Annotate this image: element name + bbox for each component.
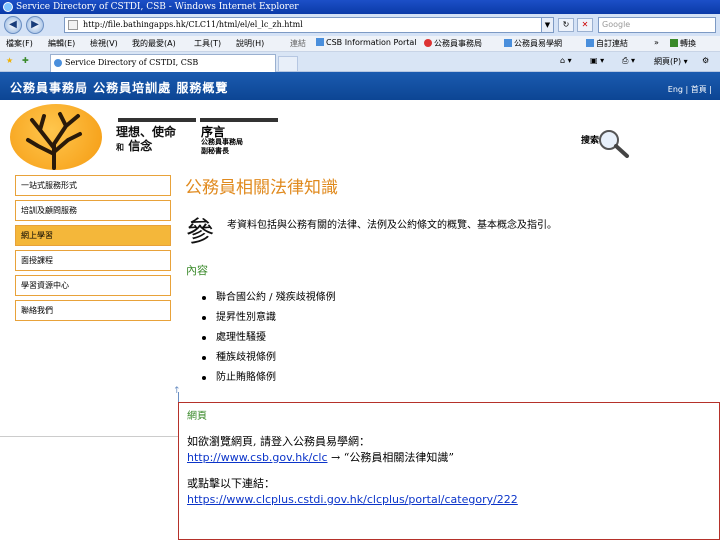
vision-belief: 信念 bbox=[128, 139, 153, 153]
vision-prefix: 和 bbox=[116, 143, 124, 152]
translate-button[interactable]: 轉換 bbox=[670, 38, 696, 49]
links-label: 連結 bbox=[290, 39, 306, 48]
page-menu-label: 網頁(P) bbox=[654, 57, 682, 66]
tools-gear-icon[interactable]: ⚙ bbox=[702, 56, 709, 65]
sidebar: 一站式服務形式 培訓及顧問服務 網上學習 面授課程 學習資源中心 聯絡我們 bbox=[15, 175, 171, 325]
address-dropdown-icon[interactable]: ▼ bbox=[541, 18, 553, 32]
link-label: 自訂連結 bbox=[596, 39, 628, 48]
menu-tools[interactable]: 工具(T) bbox=[194, 38, 221, 49]
home-icon[interactable]: ⌂ ▾ bbox=[560, 56, 572, 65]
address-field[interactable]: http://file.bathingapps.hk/CLC11/html/el… bbox=[64, 17, 554, 33]
tree-icon bbox=[26, 112, 82, 170]
link-page-icon bbox=[504, 39, 512, 47]
lower-left-area bbox=[0, 436, 178, 540]
address-url: http://file.bathingapps.hk/CLC11/html/el… bbox=[83, 20, 303, 29]
ie-icon bbox=[3, 2, 13, 12]
sidebar-item-training[interactable]: 培訓及顧問服務 bbox=[15, 200, 171, 221]
add-favorite-icon[interactable]: ✚ bbox=[22, 56, 29, 65]
intro-text: 考資料包括與公務有關的法律、法例及公約條文的概覽、基本概念及指引。 bbox=[227, 220, 557, 231]
sidebar-item-contact[interactable]: 聯絡我們 bbox=[15, 300, 171, 321]
sidebar-item-one-stop[interactable]: 一站式服務形式 bbox=[15, 175, 171, 196]
web-access-callout: 網頁 如欲瀏覽網頁, 請登入公務員易學網： http://www.csb.gov… bbox=[178, 402, 720, 540]
callout-link-row: http://www.csb.gov.hk/clc → “公務員相關法律知識” bbox=[187, 450, 711, 466]
address-row: ◀ ▶ http://file.bathingapps.hk/CLC11/htm… bbox=[0, 14, 720, 36]
favorites-star-icon[interactable]: ★ bbox=[6, 56, 13, 65]
list-item[interactable]: 提昇性別意識 bbox=[200, 308, 336, 328]
link-label: 公務員事務局 bbox=[434, 39, 482, 48]
magnifier-icon[interactable] bbox=[596, 128, 630, 158]
callout-line2: 或點擊以下連結： bbox=[187, 477, 275, 490]
preface-sub-line2: 副秘書長 bbox=[201, 147, 229, 155]
back-button[interactable]: ◀ bbox=[4, 16, 22, 34]
callout-arrow-text: → “公務員相關法律知識” bbox=[327, 451, 454, 464]
menu-edit[interactable]: 編輯(E) bbox=[48, 38, 75, 49]
intro-drop-cap: 參 bbox=[186, 215, 215, 248]
stop-button[interactable]: ✕ bbox=[577, 18, 593, 32]
overflow-chevron-icon[interactable]: » bbox=[654, 38, 659, 47]
vision-divider bbox=[118, 118, 196, 122]
page-title: 公務員相關法律知識 bbox=[185, 178, 338, 198]
callout-line1: 如欲瀏覽網頁, 請登入公務員易學網： bbox=[187, 435, 370, 448]
list-item[interactable]: 防止賄賂條例 bbox=[200, 368, 336, 388]
link-custom[interactable]: 自訂連結 bbox=[586, 38, 628, 49]
window-title-bar: Service Directory of CSTDI, CSB - Window… bbox=[0, 0, 720, 14]
translate-icon bbox=[670, 39, 678, 47]
content-heading: 內容 bbox=[186, 264, 208, 277]
site-title: 公務員事務局 公務員培訓處 服務概覽 bbox=[10, 81, 229, 95]
emblem-icon bbox=[424, 39, 432, 47]
up-arrow-icon: ↑ bbox=[173, 386, 181, 396]
menu-favorites[interactable]: 我的最愛(A) bbox=[132, 38, 176, 49]
link-page-icon bbox=[316, 38, 324, 46]
sidebar-item-resource-centre[interactable]: 學習資源中心 bbox=[15, 275, 171, 296]
translate-label: 轉換 bbox=[680, 39, 696, 48]
refresh-button[interactable]: ↻ bbox=[558, 18, 574, 32]
menu-view[interactable]: 檢視(V) bbox=[90, 38, 118, 49]
page-menu[interactable]: 網頁(P) ▾ bbox=[654, 56, 688, 67]
menu-file[interactable]: 檔案(F) bbox=[6, 38, 33, 49]
link-label: CSB Information Portal bbox=[326, 38, 417, 47]
preface-divider bbox=[200, 118, 278, 122]
window-title: Service Directory of CSTDI, CSB - Window… bbox=[16, 2, 299, 12]
link-page-icon bbox=[586, 39, 594, 47]
preface-sub-line1: 公務員事務局 bbox=[201, 138, 243, 146]
link-csb[interactable]: 公務員事務局 bbox=[424, 38, 482, 49]
language-links[interactable]: Eng | 首頁 | bbox=[668, 84, 712, 95]
callout-heading: 網頁 bbox=[187, 411, 207, 422]
menu-bar: 檔案(F) 編輯(E) 檢視(V) 我的最愛(A) 工具(T) 說明(H) 連結… bbox=[0, 36, 720, 52]
site-header: 公務員事務局 公務員培訓處 服務概覽 Eng | 首頁 | bbox=[0, 72, 720, 100]
list-item[interactable]: 處理性騷擾 bbox=[200, 328, 336, 348]
tab-bar: ★ ✚ Service Directory of CSTDI, CSB ⌂ ▾ … bbox=[0, 52, 720, 72]
tab-active[interactable]: Service Directory of CSTDI, CSB bbox=[50, 54, 276, 72]
clc-link[interactable]: http://www.csb.gov.hk/clc bbox=[187, 451, 328, 464]
tab-favicon bbox=[54, 59, 62, 67]
new-tab-button[interactable] bbox=[278, 56, 298, 72]
print-icon[interactable]: ⎙ ▾ bbox=[622, 56, 635, 66]
feeds-icon[interactable]: ▣ ▾ bbox=[590, 56, 604, 65]
list-item[interactable]: 聯合國公約 / 殘疾歧視條例 bbox=[200, 288, 336, 308]
tree-logo bbox=[10, 104, 102, 170]
sidebar-item-elearning[interactable]: 網上學習 bbox=[15, 225, 171, 246]
sidebar-item-classroom[interactable]: 面授課程 bbox=[15, 250, 171, 271]
search-placeholder: Google bbox=[602, 20, 631, 29]
forward-button[interactable]: ▶ bbox=[26, 16, 44, 34]
vision-heading-2[interactable]: 和 信念 bbox=[116, 137, 152, 154]
link-label: 公務員易學網 bbox=[514, 39, 562, 48]
preface-subtitle: 公務員事務局 副秘書長 bbox=[201, 138, 243, 156]
callout-link2-row: https://www.clcplus.cstdi.gov.hk/clcplus… bbox=[187, 492, 711, 508]
tab-label: Service Directory of CSTDI, CSB bbox=[65, 58, 199, 67]
clcplus-link[interactable]: https://www.clcplus.cstdi.gov.hk/clcplus… bbox=[187, 493, 518, 506]
link-csb-portal[interactable]: CSB Information Portal bbox=[316, 38, 417, 47]
topic-list: 聯合國公約 / 殘疾歧視條例 提昇性別意識 處理性騷擾 種族歧視條例 防止賄賂條… bbox=[200, 288, 336, 388]
menu-help[interactable]: 說明(H) bbox=[236, 38, 264, 49]
list-item[interactable]: 種族歧視條例 bbox=[200, 348, 336, 368]
page-icon bbox=[68, 20, 78, 30]
link-elearning[interactable]: 公務員易學網 bbox=[504, 38, 562, 49]
search-input[interactable]: Google bbox=[598, 17, 716, 33]
